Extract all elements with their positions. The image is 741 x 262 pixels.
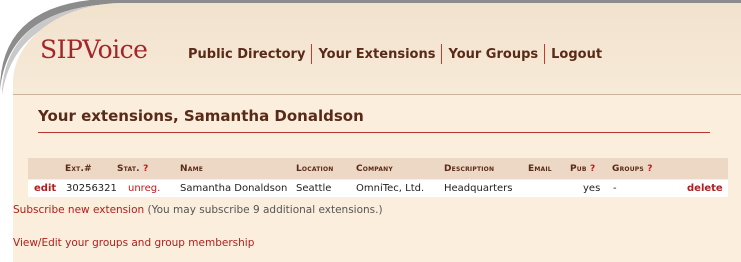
cell-name: Samantha Donaldson [180, 183, 288, 194]
logo[interactable]: SIPVoice [40, 35, 148, 64]
groups-help-icon[interactable]: ? [647, 164, 652, 174]
cell-groups: - [613, 183, 617, 194]
header-divider [13, 94, 741, 95]
page-title: Your extensions, Samantha Donaldson [38, 107, 364, 125]
nav-logout[interactable]: Logout [551, 47, 602, 62]
groups-line: View/Edit your groups and group membersh… [13, 237, 254, 249]
title-rule [38, 132, 710, 133]
col-pub-label: Pub [570, 164, 587, 174]
subscribe-note: (You may subscribe 9 additional extensio… [147, 204, 383, 216]
nav-public-directory[interactable]: Public Directory [188, 47, 305, 62]
col-location: Location [296, 164, 334, 174]
cell-location: Seattle [296, 183, 332, 194]
col-company: Company [356, 164, 393, 174]
col-stat-label: Stat. [117, 164, 140, 174]
edit-link[interactable]: edit [34, 183, 56, 194]
cell-pub: yes [583, 183, 601, 194]
pub-help-icon[interactable]: ? [590, 164, 595, 174]
col-pub: Pub ? [570, 164, 595, 174]
col-groups: Groups ? [612, 164, 653, 174]
logo-sip: SIP [40, 35, 83, 64]
col-name: Name [180, 164, 204, 174]
col-description: Description [444, 164, 495, 174]
col-email: Email [528, 164, 552, 174]
cell-status: unreg. [128, 183, 161, 194]
nav-your-groups[interactable]: Your Groups [448, 47, 538, 62]
content-panel: SIPVoice Public Directory Your Extension… [13, 3, 741, 262]
header-bar: SIPVoice Public Directory Your Extension… [13, 3, 741, 94]
cell-ext: 30256321 [66, 183, 117, 194]
groups-link[interactable]: View/Edit your groups and group membersh… [13, 237, 254, 249]
nav-separator [311, 44, 313, 64]
nav-your-extensions[interactable]: Your Extensions [318, 47, 435, 62]
stat-help-icon[interactable]: ? [143, 164, 148, 174]
cell-description: Headquarters [444, 183, 513, 194]
delete-link[interactable]: delete [687, 183, 723, 194]
nav-separator [441, 44, 443, 64]
nav-separator [544, 44, 546, 64]
col-ext: Ext.# [65, 164, 92, 174]
subscribe-link[interactable]: Subscribe new extension [13, 204, 144, 216]
main-nav: Public Directory Your Extensions Your Gr… [188, 44, 602, 64]
col-groups-label: Groups [612, 164, 644, 174]
col-stat: Stat. ? [117, 164, 149, 174]
cell-company: OmniTec, Ltd. [356, 183, 425, 194]
subscribe-line: Subscribe new extension (You may subscri… [13, 204, 383, 216]
logo-voice: Voice [82, 35, 148, 64]
